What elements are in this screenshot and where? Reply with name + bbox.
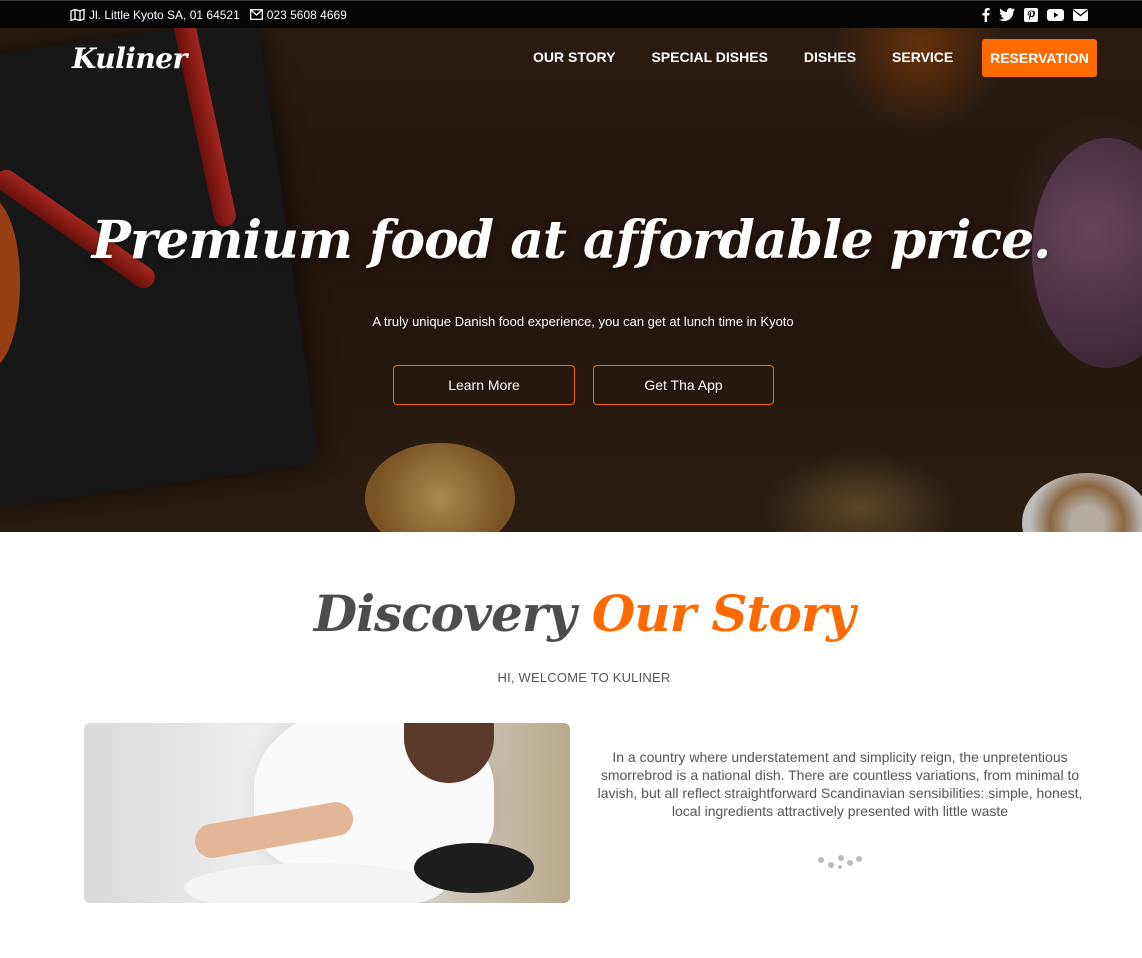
top-bar: Jl. Little Kyoto SA, 01 64521 023 5608 4… — [0, 0, 1142, 28]
envelope-icon — [249, 9, 263, 20]
map-icon — [70, 8, 85, 21]
loading-dots-icon — [816, 852, 866, 876]
nav-dishes[interactable]: DISHES — [804, 49, 856, 65]
reservation-button[interactable]: RESERVATION — [982, 39, 1097, 77]
phone-item: 023 5608 4669 — [249, 7, 347, 22]
address-item: Jl. Little Kyoto SA, 01 64521 — [70, 8, 240, 22]
story-subtitle: HI, WELCOME TO KULINER — [497, 670, 671, 685]
story-title-part1: Discovery — [313, 584, 577, 643]
hero-section — [0, 28, 1142, 532]
pinterest-icon[interactable] — [1024, 7, 1038, 22]
get-app-button[interactable]: Get Tha App — [593, 365, 774, 405]
nav-service[interactable]: SERVICE — [892, 49, 953, 65]
address-text: Jl. Little Kyoto SA, 01 64521 — [89, 7, 240, 22]
hero-subtitle: A truly unique Danish food experience, y… — [372, 314, 794, 329]
contact-info: Jl. Little Kyoto SA, 01 64521 023 5608 4… — [70, 8, 347, 22]
photo-pan — [414, 843, 534, 893]
nav-special-dishes[interactable]: SPECIAL DISHES — [651, 49, 767, 65]
learn-more-button[interactable]: Learn More — [393, 365, 575, 405]
chef-photo — [84, 723, 570, 903]
facebook-icon[interactable] — [981, 7, 990, 22]
main-nav: OUR STORY SPECIAL DISHES DISHES SERVICE — [533, 49, 989, 65]
story-title-part2: Our Story — [591, 584, 856, 643]
hero-title: Premium food at affordable price. — [91, 210, 1052, 271]
hero-overlay — [0, 28, 1142, 532]
email-icon[interactable] — [1073, 8, 1088, 21]
twitter-icon[interactable] — [999, 8, 1015, 21]
site-logo[interactable]: Kuliner — [72, 42, 187, 75]
story-title: Discovery Our Story — [0, 584, 1142, 643]
youtube-icon[interactable] — [1047, 8, 1064, 21]
nav-our-story[interactable]: OUR STORY — [533, 49, 615, 65]
phone-text: 023 5608 4669 — [266, 7, 347, 22]
social-links — [981, 7, 1088, 22]
story-text: In a country where understatement and si… — [597, 749, 1083, 819]
